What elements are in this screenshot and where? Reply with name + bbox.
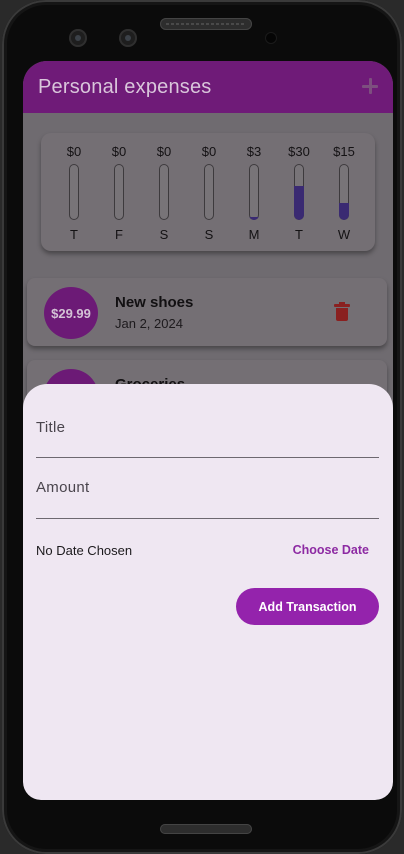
transaction-title: New shoes (115, 294, 194, 311)
chart-bar-column: $30 T (284, 133, 314, 251)
bar-track (159, 164, 169, 220)
bar-amount-label: $0 (111, 144, 127, 159)
add-transaction-button[interactable]: Add Transaction (236, 588, 379, 625)
amount-field[interactable] (36, 518, 379, 519)
bar-day-label: T (70, 227, 78, 242)
camera-icon (119, 29, 137, 47)
bar-fill (249, 217, 259, 220)
weekly-spending-chart: $0 T $0 F $0 S $0 S $3 M $30 T $15 W (41, 133, 375, 251)
bar-track (114, 164, 124, 220)
title-field-label[interactable]: Title (36, 419, 65, 436)
bar-track (339, 164, 349, 220)
title-field[interactable] (36, 457, 379, 458)
bar-amount-label: $0 (66, 144, 82, 159)
transaction-card: $29.99 New shoes Jan 2, 2024 (27, 278, 387, 346)
bar-day-label: F (115, 227, 123, 242)
bar-day-label: T (295, 227, 303, 242)
phone-frame: Personal expenses $0 T $0 F $0 S $0 S $3 M $30 T $15… (2, 0, 402, 854)
transaction-date: Jan 2, 2024 (115, 316, 183, 331)
bar-fill (339, 203, 349, 220)
bar-track (294, 164, 304, 220)
chart-bar-column: $15 W (329, 133, 359, 251)
bar-track (204, 164, 214, 220)
bar-track (249, 164, 259, 220)
choose-date-button[interactable]: Choose Date (293, 543, 369, 557)
bottom-speaker (160, 824, 252, 834)
chart-bar-column: $0 S (149, 133, 179, 251)
earpiece-speaker (160, 18, 252, 30)
bar-amount-label: $15 (333, 144, 355, 159)
chart-bar-column: $0 F (104, 133, 134, 251)
proximity-sensor (266, 33, 276, 43)
app-bar: Personal expenses (23, 61, 393, 113)
bar-day-label: S (204, 227, 214, 242)
bar-fill (294, 186, 304, 220)
amount-field-label[interactable]: Amount (36, 479, 90, 496)
new-transaction-sheet: Title Amount No Date Chosen Choose Date … (23, 384, 393, 800)
bar-day-label: S (159, 227, 169, 242)
app-screen: Personal expenses $0 T $0 F $0 S $0 S $3 M $30 T $15… (23, 61, 393, 800)
camera-icon (69, 29, 87, 47)
bar-amount-label: $0 (156, 144, 172, 159)
bar-day-label: W (337, 227, 351, 242)
app-title: Personal expenses (38, 76, 212, 98)
date-status: No Date Chosen (36, 543, 133, 558)
chart-bar-column: $3 M (239, 133, 269, 251)
bar-amount-label: $30 (288, 144, 310, 159)
bar-amount-label: $0 (201, 144, 217, 159)
bar-day-label: M (248, 227, 260, 242)
amount-avatar: $29.99 (44, 287, 98, 339)
plus-icon[interactable] (359, 75, 381, 97)
chart-bar-column: $0 S (194, 133, 224, 251)
bar-amount-label: $3 (246, 144, 262, 159)
bar-track (69, 164, 79, 220)
chart-bar-column: $0 T (59, 133, 89, 251)
trash-icon[interactable] (334, 302, 350, 321)
